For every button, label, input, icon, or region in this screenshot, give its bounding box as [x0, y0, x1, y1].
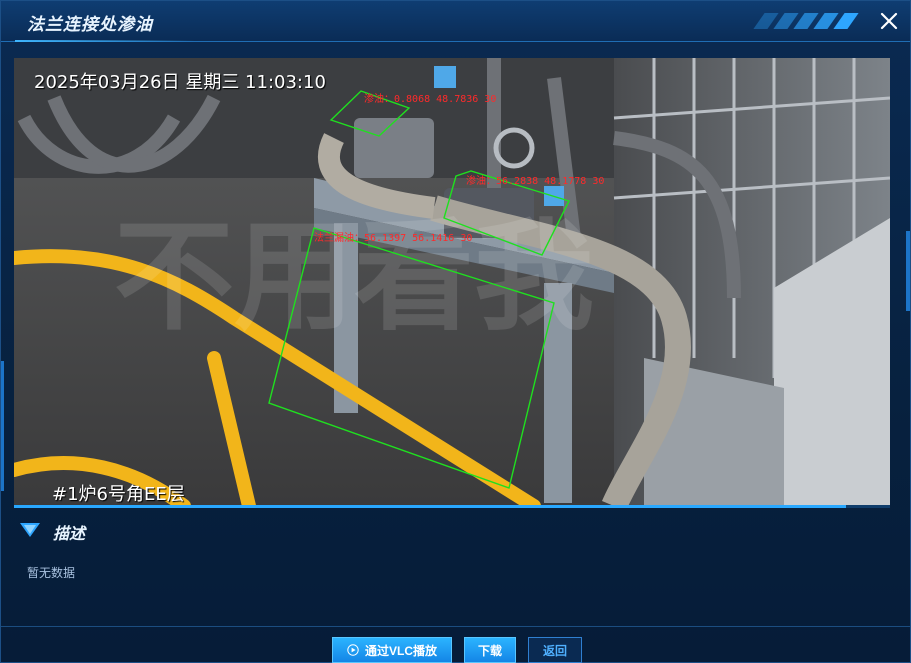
- stripe: [833, 13, 859, 29]
- title-bar: 法兰连接处渗油: [1, 1, 910, 42]
- valve-actuator: [354, 118, 434, 178]
- title-underline: [15, 40, 195, 42]
- video-frame: 不用看我: [14, 58, 890, 506]
- triangle-down-icon: [20, 523, 40, 537]
- video-progress-fill: [14, 505, 847, 508]
- download-label: 下载: [477, 643, 502, 658]
- title-decoration-stripes: [753, 13, 865, 29]
- dialog-title: 法兰连接处渗油: [27, 15, 153, 34]
- camera-name: #1炉6号角EE层: [52, 484, 185, 505]
- description-content: 暂无数据: [27, 566, 76, 580]
- video-progress-bar[interactable]: [14, 505, 890, 508]
- detection-label: 渗油：0.8068 48.7836 30: [364, 94, 497, 105]
- detection-label: 法兰漏油：56.1397 56.1416 30: [314, 233, 473, 244]
- download-button[interactable]: 下载: [464, 637, 516, 663]
- play-with-vlc-label: 通过VLC播放: [364, 643, 437, 658]
- dialog-window: 法兰连接处渗油 不用看我 渗油：0.8068 48.7836 30 渗油：56.…: [0, 0, 911, 663]
- play-with-vlc-button[interactable]: 通过VLC播放: [332, 637, 452, 663]
- video-timestamp: 2025年03月26日 星期三 11:03:10: [34, 72, 326, 93]
- back-label: 返回: [542, 643, 567, 658]
- detection-label: 渗油：56.2838 48.1778 30: [466, 176, 605, 187]
- edge-handle-left: [1, 361, 4, 491]
- close-icon: [880, 12, 898, 30]
- description-header: 描述: [19, 519, 319, 543]
- edge-handle-right: [906, 231, 910, 311]
- valve-tag: [434, 66, 456, 88]
- back-button[interactable]: 返回: [528, 637, 582, 663]
- footer-divider: [1, 626, 910, 627]
- video-player[interactable]: 不用看我 渗油：0.8068 48.7836 30 渗油：56.2838 48.…: [14, 58, 890, 506]
- description-title: 描述: [53, 526, 86, 543]
- close-button[interactable]: [877, 9, 901, 33]
- play-circle-icon: [347, 644, 359, 656]
